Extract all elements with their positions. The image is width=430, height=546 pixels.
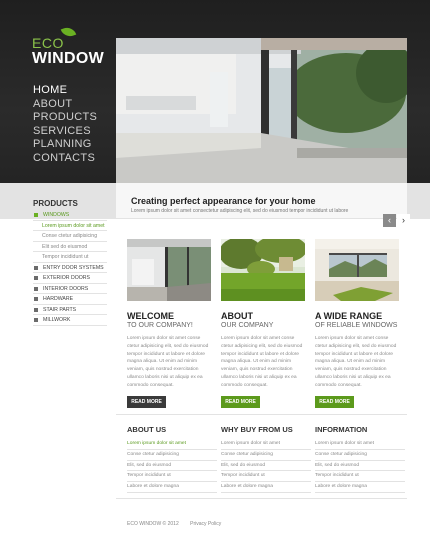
footer-divider [116,498,407,499]
logo[interactable]: ECO WINDOW [32,36,104,68]
nav-item-products[interactable]: PRODUCTS [33,111,97,125]
copyright-text: ECO WINDOW © 2012 [127,521,179,527]
sidebar-product-list: WINDOWS Lorem ipsum dolor sit amet Conse… [33,210,107,326]
range-text: Lorem ipsum dolor sit amet conse ctetur … [315,336,397,388]
footer-link[interactable]: Labore et dolore magna [221,482,311,493]
sidebar-item-windows[interactable]: WINDOWS [33,210,107,221]
welcome-text: Lorem ipsum dolor sit amet conse ctetur … [127,336,209,388]
section-divider [116,414,407,415]
nav-item-planning[interactable]: PLANNING [33,138,97,152]
footer-link[interactable]: Tempor incididunt ut [221,471,311,483]
footer-link[interactable]: Conse ctetur adipisicing [221,450,311,461]
footer-link[interactable]: Tempor incididunt ut [127,471,217,483]
footer-bar: ECO WINDOW © 2012 Privacy Policy [127,521,231,527]
main-nav: HOME ABOUT PRODUCTS SERVICES PLANNING CO… [33,84,97,166]
footer-link[interactable]: Elit, sed do eiusmod [221,461,311,472]
sidebar-subitem[interactable]: Conse ctetur adipisicing [33,231,107,242]
nav-item-contacts[interactable]: CONTACTS [33,152,97,166]
sidebar-item-stair-parts[interactable]: STAIR PARTS [33,305,107,315]
nav-item-about[interactable]: ABOUT [33,98,97,112]
footer-information-column: INFORMATION Lorem ipsum dolor sit amet C… [315,425,405,493]
hero-title: Creating perfect appearance for your hom… [131,196,316,206]
welcome-thumbnail[interactable] [127,239,211,301]
sidebar-title: PRODUCTS [33,199,78,208]
nav-item-home[interactable]: HOME [33,84,97,98]
about-column: ABOUT OUR COMPANY Lorem ipsum dolor sit … [221,239,305,408]
sidebar-item-hardware[interactable]: HARDWARE [33,294,107,305]
sidebar-item-exterior-doors[interactable]: EXTERIOR DOORS [33,273,107,284]
footer-why-title: WHY BUY FROM US [221,425,293,434]
range-read-more-button[interactable]: READ MORE [315,396,354,408]
slider-next-button[interactable]: › [397,214,410,227]
about-subheading: OUR COMPANY [221,322,274,329]
footer-link[interactable]: Lorem ipsum dolor sit amet [127,439,217,450]
footer-why-column: WHY BUY FROM US Lorem ipsum dolor sit am… [221,425,311,493]
footer-link[interactable]: Lorem ipsum dolor sit amet [315,439,405,450]
sidebar-subitem[interactable]: Elit sed do eiusmod [33,242,107,252]
range-thumbnail[interactable] [315,239,399,301]
nav-item-services[interactable]: SERVICES [33,125,97,139]
footer-link[interactable]: Conse ctetur adipisicing [315,450,405,461]
logo-window-text: WINDOW [32,50,105,67]
range-subheading: OF RELIABLE WINDOWS [315,322,398,329]
about-read-more-button[interactable]: READ MORE [221,396,260,408]
range-heading: A WIDE RANGE [315,311,383,321]
hero-image [116,38,407,188]
privacy-policy-link[interactable]: Privacy Policy [190,521,221,527]
footer-link[interactable]: Lorem ipsum dolor sit amet [221,439,311,450]
welcome-column: WELCOME TO OUR COMPANY! Lorem ipsum dolo… [127,239,211,408]
sidebar-item-interior-doors[interactable]: INTERIOR DOORS [33,284,107,294]
footer-link[interactable]: Elit, sed do eiusmod [315,461,405,472]
about-thumbnail[interactable] [221,239,305,301]
range-column: A WIDE RANGE OF RELIABLE WINDOWS Lorem i… [315,239,399,408]
sidebar-subitem[interactable]: Tempor incididunt ut [33,252,107,263]
about-heading: ABOUT [221,311,253,321]
sidebar-subitem[interactable]: Lorem ipsum dolor sit amet [33,221,107,231]
welcome-subheading: TO OUR COMPANY! [127,322,193,329]
sidebar-item-millwork[interactable]: MILLWORK [33,315,107,326]
hero-subtitle: Lorem ipsum dolor sit amet consectetur a… [131,208,349,214]
sidebar-item-entry-door-systems[interactable]: ENTRY DOOR SYSTEMS [33,263,107,273]
footer-information-title: INFORMATION [315,425,368,434]
footer-link[interactable]: Tempor incididunt ut [315,471,405,483]
footer-link[interactable]: Labore et dolore magna [315,482,405,493]
footer-link[interactable]: Labore et dolore magna [127,482,217,493]
slider-prev-button[interactable]: ‹ [383,214,396,227]
about-text: Lorem ipsum dolor sit amet conse ctetur … [221,336,303,388]
footer-link[interactable]: Elit, sed do eiusmod [127,461,217,472]
welcome-read-more-button[interactable]: READ MORE [127,396,166,408]
footer-about-title: ABOUT US [127,425,167,434]
welcome-heading: WELCOME [127,311,174,321]
logo-eco-text: ECO [32,35,64,51]
footer-link[interactable]: Conse ctetur adipisicing [127,450,217,461]
footer-about-column: ABOUT US Lorem ipsum dolor sit amet Cons… [127,425,217,493]
